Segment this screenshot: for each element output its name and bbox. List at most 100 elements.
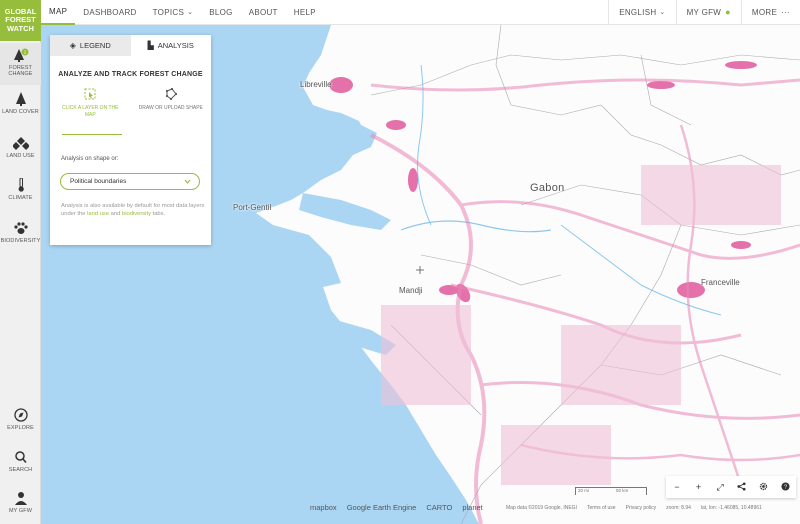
zoom-in-button[interactable]: + [691,482,705,492]
chevron-down-icon [184,179,191,184]
sidebar-item-search[interactable]: SEARCH [0,450,41,484]
search-icon [14,451,27,464]
ellipsis-icon: ··· [781,7,790,17]
mode-click-label: CLICK A LAYER ON THE MAP [61,105,119,118]
city-label: Libreville [300,80,332,89]
terms-link[interactable]: Terms of use [587,505,616,511]
app-root: GLOBAL FOREST WATCH 1 FOREST CHANGE LAND… [0,0,800,524]
map-controls: − + ⤢ ? [666,476,796,498]
user-icon: ● [725,7,731,17]
attribution-brands: mapbox Google Earth Engine CARTO planet [310,503,483,512]
settings-button[interactable] [756,482,770,493]
scale-bar: 20 mi 50 km [575,487,647,495]
sidebar-item-label: BIODIVERSITY [0,238,41,244]
scale-label-km: 50 km [616,488,629,493]
chevron-down-icon: ⌄ [659,9,666,16]
fullscreen-button[interactable]: ⤢ [713,482,727,493]
mode-draw-label: DRAW OR UPLOAD SHAPE [138,105,203,111]
sidebar-item-label: SEARCH [8,467,33,473]
nav-right: ENGLISH ⌄ MY GFW ● MORE ··· [608,0,800,25]
nav-blog[interactable]: BLOG [201,0,240,25]
planet-logo[interactable]: planet [462,503,482,512]
more-label: MORE [751,7,778,17]
latlon-readout: lat, lon: -1.46085, 10.48961 [700,505,762,511]
note-suffix: tabs. [152,211,166,217]
nav-map[interactable]: MAP [41,0,76,25]
my-gfw-link[interactable]: MY GFW ● [675,0,741,25]
note-and: and [110,211,121,217]
logo-line3: WATCH [7,23,34,33]
nav-topics[interactable]: TOPICS ⌄ [145,0,202,25]
top-nav: MAP DASHBOARD TOPICS ⌄ BLOG ABOUT HELP E… [41,0,800,25]
forest-change-icon: 1 [13,48,28,62]
sidebar-item-forest-change[interactable]: 1 FOREST CHANGE [0,43,41,85]
nav-dashboard[interactable]: DASHBOARD [75,0,144,25]
active-mode-indicator [62,134,122,135]
panel-title: ANALYZE AND TRACK FOREST CHANGE [58,71,203,78]
more-menu[interactable]: MORE ··· [740,0,800,25]
country-label: Gabon [530,182,565,194]
sidebar-item-label: MY GFW [8,508,33,514]
sidebar-item-my-gfw[interactable]: MY GFW [0,491,41,524]
land-use-link[interactable]: land use [87,211,109,217]
gear-icon [759,482,768,490]
panel-tabs: ◈ LEGEND ▙ ANALYSIS [50,35,211,56]
chevron-down-icon: ⌄ [187,9,194,16]
city-label: Mandji [399,286,423,295]
compass-icon [13,408,28,422]
carto-logo[interactable]: CARTO [426,503,452,512]
sidebar-item-label: EXPLORE [7,425,34,431]
nav-help[interactable]: HELP [286,0,324,25]
city-label: Franceville [701,278,740,287]
zoom-readout: zoom: 8.94 [666,505,691,511]
nav-about[interactable]: ABOUT [241,0,286,25]
google-earth-engine-logo[interactable]: Google Earth Engine [347,503,417,512]
share-icon [737,481,746,491]
sidebar-item-label: FOREST CHANGE [8,65,33,77]
land-cover-icon [15,92,26,106]
tab-legend-label: LEGEND [79,41,111,50]
mode-click-layer[interactable]: CLICK A LAYER ON THE MAP [50,88,131,134]
privacy-link[interactable]: Privacy policy [626,505,657,511]
sidebar-item-explore[interactable]: EXPLORE [0,408,41,442]
mapbox-logo[interactable]: mapbox [310,503,337,512]
land-use-icon [12,137,29,150]
map-data-text: Map data ©2019 Google, INEGI [506,505,577,511]
cursor-select-icon [84,88,96,100]
sidebar-item-climate[interactable]: CLIMATE [0,178,41,212]
sidebar-item-label: LAND USE [6,153,35,159]
language-selector[interactable]: ENGLISH ⌄ [608,0,675,25]
sidebar: GLOBAL FOREST WATCH 1 FOREST CHANGE LAND… [0,0,41,524]
analysis-modes: CLICK A LAYER ON THE MAP DRAW OR UPLOAD … [50,88,211,134]
sidebar-item-land-cover[interactable]: LAND COVER [0,92,41,126]
crosshair-icon [416,266,424,274]
shape-label: Analysis on shape or: [61,156,119,162]
layers-icon: ◈ [69,41,76,50]
user-icon [14,492,27,505]
analysis-note: Analysis is also available by default fo… [61,202,207,218]
boundaries-select[interactable]: Political boundaries [60,173,200,190]
select-value: Political boundaries [70,178,127,185]
tab-legend[interactable]: ◈ LEGEND [50,35,131,56]
mode-draw-shape[interactable]: DRAW OR UPLOAD SHAPE [131,88,212,134]
tab-analysis-label: ANALYSIS [157,41,194,50]
share-button[interactable] [735,481,749,493]
sidebar-item-label: LAND COVER [2,109,39,115]
paw-icon [13,222,28,234]
zoom-out-button[interactable]: − [670,482,684,492]
bar-chart-icon: ▙ [147,41,154,50]
gfw-logo[interactable]: GLOBAL FOREST WATCH [0,0,41,41]
map-data-footer: Map data ©2019 Google, INEGI Terms of us… [506,505,762,511]
analysis-panel: ◈ LEGEND ▙ ANALYSIS ANALYZE AND TRACK FO… [50,35,211,245]
help-icon: ? [781,481,790,490]
my-gfw-label: MY GFW [686,7,722,17]
tab-analysis[interactable]: ▙ ANALYSIS [131,35,212,56]
help-button[interactable]: ? [778,481,792,493]
sidebar-item-biodiversity[interactable]: BIODIVERSITY [0,221,41,255]
thermometer-icon [18,178,24,192]
biodiversity-link[interactable]: biodiversity [122,211,151,217]
language-label: ENGLISH [619,7,657,17]
nav-topics-label: TOPICS [152,7,185,17]
sidebar-item-land-use[interactable]: LAND USE [0,136,41,170]
polygon-draw-icon [165,88,177,100]
